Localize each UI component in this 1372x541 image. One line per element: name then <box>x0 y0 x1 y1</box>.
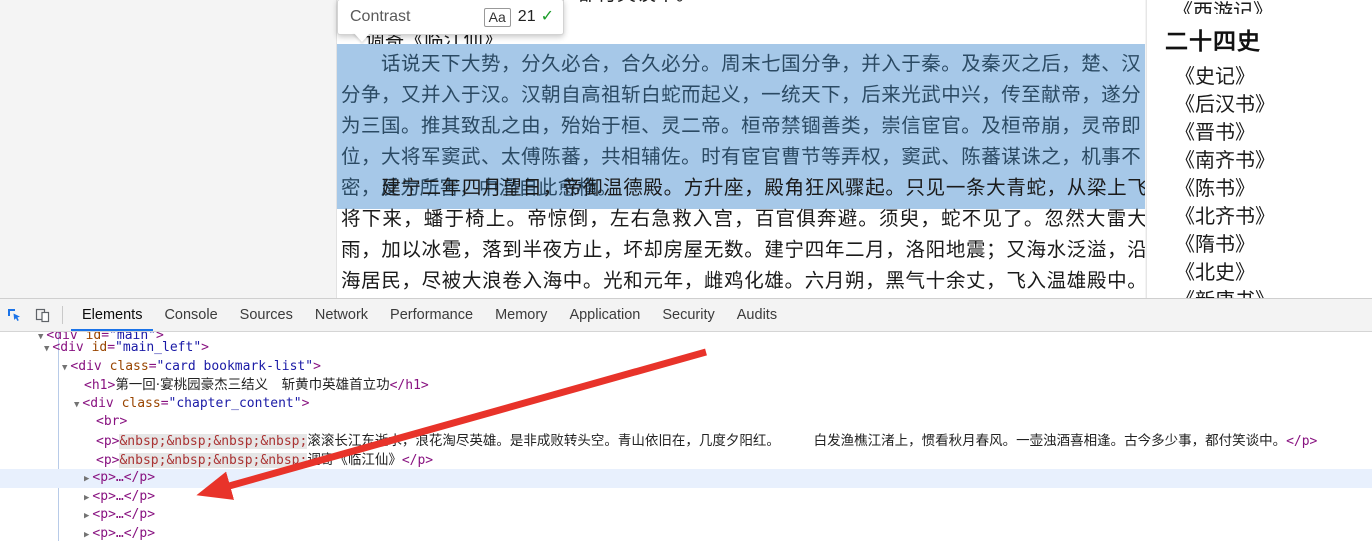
checkmark-icon: ✓ <box>540 8 554 25</box>
dom-text-node: 第一回·宴桃园豪杰三结义 斩黄巾英雄首立功 <box>115 377 390 394</box>
devtools-tab-sources[interactable]: Sources <box>229 300 304 331</box>
contrast-ratio-value: 21 <box>517 8 536 25</box>
sidebar-item-book[interactable]: 《后汉书》 <box>1147 90 1372 118</box>
sidebar-item-book[interactable]: 《晋书》 <box>1147 118 1372 146</box>
devtools-panel: Elements Console Sources Network Performance… <box>0 298 1372 541</box>
contrast-tooltip: Contrast Aa 21 ✓ <box>337 0 564 35</box>
sidebar-item-book[interactable]: 《北史》 <box>1147 258 1372 286</box>
chapter-content-column: 浊酒喜相逢。古今多少事，都付笑谈中。 调寄《临江仙》 话说天下大势，分久必合，合… <box>337 0 1145 298</box>
dom-tag-open: <div <box>52 340 84 355</box>
screenshot-root: 浊酒喜相逢。古今多少事，都付笑谈中。 调寄《临江仙》 话说天下大势，分久必合，合… <box>0 0 1372 541</box>
chapter-paragraph[interactable]: 建宁二年四月望日，帝御温德殿。方升座，殿角狂风骤起。只见一条大青蛇，从梁上飞将下… <box>337 172 1145 298</box>
expand-triangle-icon[interactable]: ▶ <box>84 474 89 484</box>
devtools-tab-console[interactable]: Console <box>153 300 228 331</box>
contrast-aa-badge: Aa <box>483 7 511 27</box>
devtools-tab-security[interactable]: Security <box>651 300 725 331</box>
toolbar-divider <box>62 306 63 324</box>
contrast-label: Contrast <box>350 8 411 25</box>
dom-attr-name: id <box>91 340 108 355</box>
dom-attr-name: class <box>121 395 161 411</box>
expand-triangle-icon[interactable]: ▶ <box>84 530 89 540</box>
dom-text-node: 调寄《临江仙》 <box>307 451 402 468</box>
devtools-tab-elements[interactable]: Elements <box>71 300 153 331</box>
dom-line-collapsed-paragraph[interactable]: ▶ <p>…</p> <box>0 488 1372 507</box>
dom-tag-open: <div <box>70 358 102 374</box>
sidebar-item-book[interactable]: 《陈书》 <box>1147 174 1372 202</box>
dom-attr-value: "main_left" <box>115 340 202 355</box>
devtools-tab-audits[interactable]: Audits <box>726 300 788 331</box>
dom-line-clipped[interactable]: ▼<div id="main"> <box>0 332 1372 339</box>
dom-tag-close: > <box>313 358 321 374</box>
dom-nbsp-entities: &nbsp;&nbsp;&nbsp;&nbsp; <box>119 452 308 468</box>
expand-triangle-icon[interactable]: ▼ <box>62 363 67 373</box>
expand-triangle-icon[interactable]: ▶ <box>84 511 89 521</box>
book-sidebar: 《西游记》 二十四史 《史记》 《后汉书》 《晋书》 《南齐书》 《陈书》 《北齐书》 《隋… <box>1146 0 1372 298</box>
sidebar-item-list: 《史记》《后汉书》《晋书》《南齐书》《陈书》《北齐书》《隋书》《北史》《新唐书》… <box>1147 62 1372 298</box>
dom-line-br[interactable]: <br> <box>0 413 1372 432</box>
dom-tag-close: </h1> <box>389 378 429 394</box>
expand-triangle-icon[interactable]: ▼ <box>44 344 49 354</box>
sidebar-item-book[interactable]: 《史记》 <box>1147 62 1372 90</box>
dom-line-main-left[interactable]: ▼ <div id="main_left"> <box>0 339 1372 358</box>
device-toolbar-icon[interactable] <box>28 302 56 328</box>
dom-tag-open: <p> <box>96 452 120 468</box>
expand-triangle-icon[interactable]: ▼ <box>74 400 79 410</box>
dom-line-collapsed-paragraph[interactable]: ▶ <p>…</p> <box>0 525 1372 541</box>
dom-line-h1[interactable]: <h1>第一回·宴桃园豪杰三结义 斩黄巾英雄首立功</h1> <box>0 376 1372 395</box>
dom-tag-open: <p> <box>96 433 120 449</box>
expand-triangle-icon[interactable]: ▶ <box>84 493 89 503</box>
expand-triangle-icon[interactable]: ▼ <box>38 332 43 340</box>
dom-line-p2[interactable]: <p>&nbsp;&nbsp;&nbsp;&nbsp;调寄《临江仙》</p> <box>0 451 1372 470</box>
devtools-tab-memory[interactable]: Memory <box>484 300 558 331</box>
dom-tag-collapsed: <p>…</p> <box>92 525 156 541</box>
tooltip-pointer <box>353 32 371 42</box>
dom-attr-value: "chapter_content" <box>168 395 302 411</box>
sidebar-item-book[interactable]: 《南齐书》 <box>1147 146 1372 174</box>
devtools-tab-bar: Elements Console Sources Network Performance… <box>71 300 788 331</box>
dom-attr-name: class <box>109 358 149 374</box>
sidebar-heading: 二十四史 <box>1165 29 1261 55</box>
devtools-tab-application[interactable]: Application <box>558 300 651 331</box>
sidebar-item-partial-top[interactable]: 《西游记》 <box>1147 0 1372 14</box>
dom-tag-collapsed: <p>…</p> <box>92 488 156 504</box>
dom-tag-close: </p> <box>401 452 434 468</box>
dom-tag-open: <div <box>82 395 114 411</box>
page-left-gutter <box>0 0 337 298</box>
sidebar-item-book[interactable]: 《隋书》 <box>1147 230 1372 258</box>
collapsed-paragraph-lines: ▶ <p>…</p> ▶ <p>…</p> ▶ <p>…</p> ▶ <p>…</p> <box>0 469 1372 541</box>
devtools-tab-network[interactable]: Network <box>304 300 379 331</box>
dom-tag-collapsed: <p>…</p> <box>92 470 156 486</box>
dom-tag-close: </p> <box>1286 433 1318 449</box>
dom-tag-open: <h1> <box>84 378 116 394</box>
devtools-tab-performance[interactable]: Performance <box>379 300 484 331</box>
dom-tag-close: > <box>201 340 209 355</box>
dom-tag-br: <br> <box>96 414 128 430</box>
dom-line-chapter-content[interactable]: ▼ <div class="chapter_content"> <box>0 395 1372 414</box>
dom-tag-collapsed: <p>…</p> <box>92 507 156 523</box>
dom-line-collapsed-paragraph[interactable]: ▶ <p>…</p> <box>0 469 1372 488</box>
sidebar-item-book[interactable]: 《新唐书》 <box>1147 286 1372 298</box>
dom-tag-close: > <box>301 395 310 411</box>
devtools-toolbar: Elements Console Sources Network Performance… <box>0 299 1372 332</box>
dom-line-card[interactable]: ▼ <div class="card bookmark-list"> <box>0 358 1372 377</box>
browser-viewport: 浊酒喜相逢。古今多少事，都付笑谈中。 调寄《临江仙》 话说天下大势，分久必合，合… <box>0 0 1372 298</box>
dom-text-node: 滚滚长江东逝水，浪花淘尽英雄。是非成败转头空。青山依旧在，几度夕阳红。 白发渔樵… <box>307 432 1287 449</box>
sidebar-item-book[interactable]: 《北齐书》 <box>1147 202 1372 230</box>
dom-attr-value: "card bookmark-list" <box>156 358 314 374</box>
dom-line-p1[interactable]: <p>&nbsp;&nbsp;&nbsp;&nbsp;滚滚长江东逝水，浪花淘尽英… <box>0 432 1372 451</box>
dom-nbsp-entities: &nbsp;&nbsp;&nbsp;&nbsp; <box>119 433 308 449</box>
dom-tree-view[interactable]: ▼<div id="main"> ▼<div id="main_left"> ▼… <box>0 332 1372 541</box>
dom-line-collapsed-paragraph[interactable]: ▶ <p>…</p> <box>0 506 1372 525</box>
inspect-element-icon[interactable] <box>0 302 28 328</box>
